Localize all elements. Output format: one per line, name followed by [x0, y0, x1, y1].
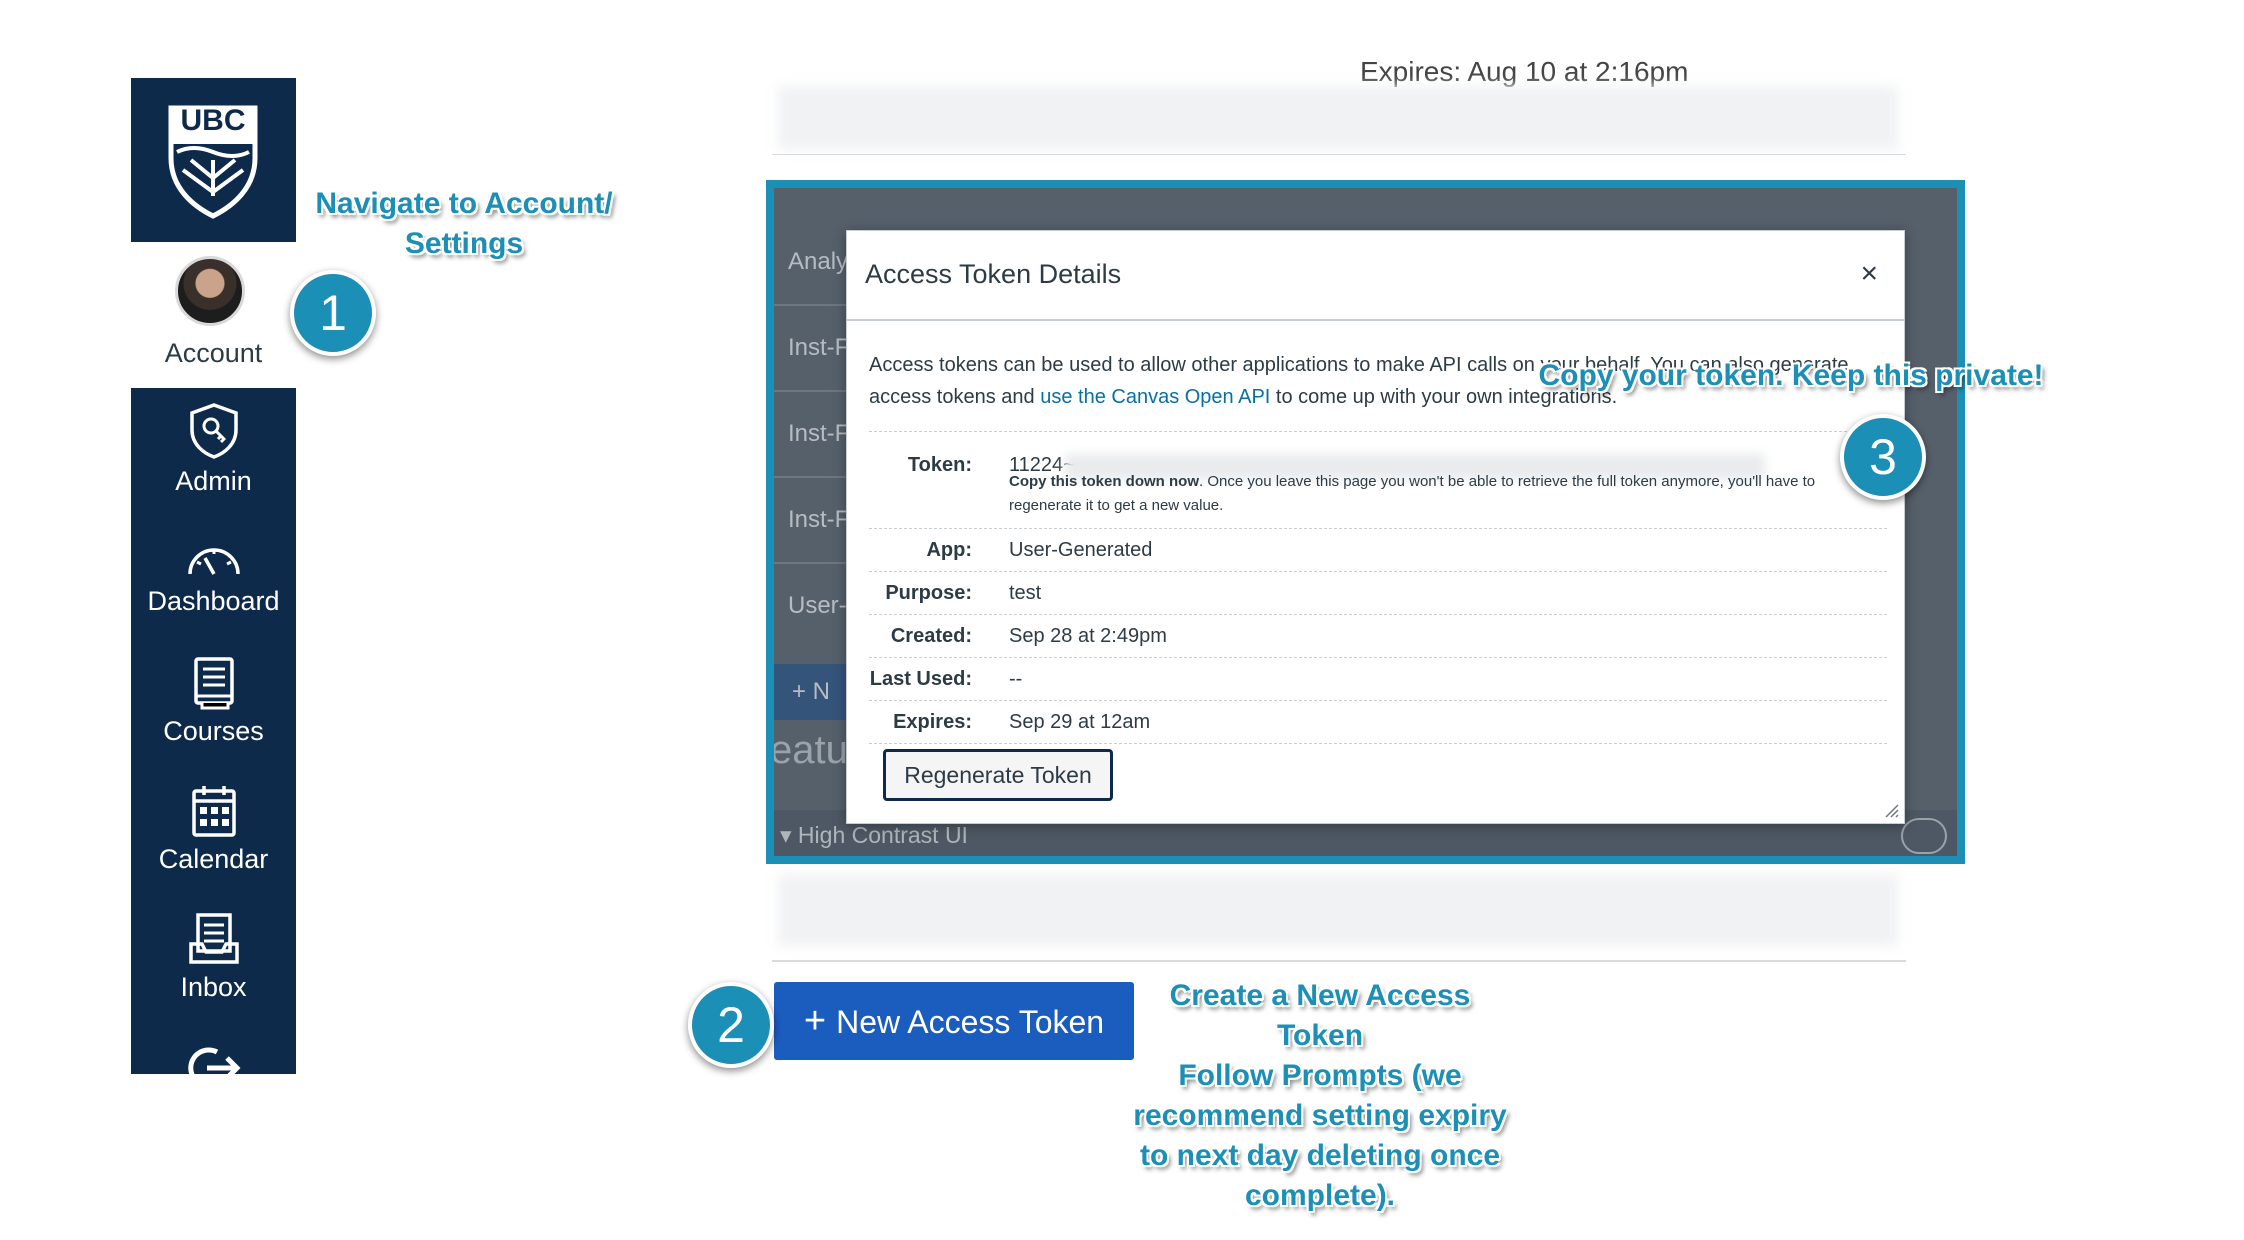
modal-title: Access Token Details	[865, 259, 1122, 289]
row-key: Token:	[907, 454, 972, 476]
token-note: Copy this token down now. Once you leave…	[1009, 473, 1816, 514]
nav-item-courses[interactable]: Courses	[131, 656, 296, 747]
bg-row-label: Analyt	[788, 248, 855, 275]
canvas-open-api-link[interactable]: use the Canvas Open API	[1040, 386, 1270, 408]
nav-item-admin[interactable]: Admin	[131, 402, 296, 497]
callout-navigate: Navigate to Account/ Settings	[315, 187, 613, 260]
bg-feature-label: ▾ High Contrast UI	[780, 822, 968, 848]
callout-create-token: Create a New Access Token Follow Prompts…	[1133, 979, 1507, 1212]
book-icon	[193, 657, 234, 710]
token-details-table: Token: 11224~ Copy this token down now. …	[869, 431, 1887, 744]
ubc-logo-block[interactable]: UBC	[131, 78, 296, 242]
row-key: Expires:	[893, 711, 972, 733]
bg-row-label: Inst-F	[788, 334, 850, 361]
table-row: Created: Sep 28 at 2:49pm	[869, 615, 1887, 658]
new-access-token-button[interactable]: + New Access Token	[774, 982, 1134, 1060]
divider	[772, 154, 1906, 155]
step-2-marker: 2	[688, 982, 774, 1068]
toggle-switch	[1901, 818, 1947, 854]
bg-row-label: Inst-F	[788, 420, 850, 447]
divider	[772, 960, 1906, 962]
row-key: Purpose:	[885, 582, 972, 604]
table-row: Last Used: --	[869, 658, 1887, 701]
nav-item-label: Admin	[175, 466, 252, 496]
nav-account[interactable]: Account	[131, 242, 296, 388]
step-1-marker: 1	[290, 270, 376, 356]
callout-copy-token: Copy your token. Keep this private!	[1538, 359, 2044, 392]
nav-item-logout[interactable]	[131, 1046, 296, 1074]
nav-item-inbox[interactable]: Inbox	[131, 912, 296, 1003]
row-key: Last Used:	[869, 668, 972, 690]
nav-item-label: Inbox	[180, 972, 247, 1002]
avatar	[175, 256, 245, 326]
bg-new-token-button: + N	[774, 664, 854, 720]
row-value: --	[1009, 668, 1023, 690]
speedometer-icon	[187, 548, 240, 575]
global-nav: Admin Dashboard Courses Calendar Inbox	[131, 388, 296, 1074]
nav-item-label: Calendar	[158, 844, 269, 874]
calendar-icon	[191, 786, 236, 837]
table-row: App: User-Generated	[869, 529, 1887, 572]
bg-expires-text: Expires: Aug 10 at 2:16pm	[1360, 56, 1689, 87]
row-value: Sep 29 at 12am	[1009, 711, 1151, 733]
bg-section-heading: eatu	[770, 728, 848, 772]
bg-token-row-blurred	[778, 86, 1898, 150]
new-token-label: New Access Token	[836, 1004, 1105, 1040]
inbox-icon	[188, 913, 239, 964]
bg-token-row-blurred	[778, 874, 1898, 946]
nav-account-label: Account	[164, 338, 263, 368]
row-value: test	[1009, 582, 1042, 604]
nav-item-label: Dashboard	[147, 586, 280, 616]
close-icon[interactable]: ×	[1860, 257, 1878, 291]
row-key: Created:	[890, 625, 972, 647]
table-row: Token: 11224~ Copy this token down now. …	[869, 431, 1887, 529]
ubc-logo-text: UBC	[180, 104, 246, 137]
bg-row-label: Inst-F	[788, 506, 850, 533]
step-3-marker: 3	[1840, 414, 1926, 500]
row-value: Sep 28 at 2:49pm	[1009, 625, 1167, 647]
divider	[847, 319, 1904, 321]
table-row: Expires: Sep 29 at 12am	[869, 701, 1887, 744]
table-row: Purpose: test	[869, 572, 1887, 615]
nav-item-dashboard[interactable]: Dashboard	[131, 538, 296, 617]
row-value: User-Generated	[1009, 539, 1153, 561]
shield-key-icon	[189, 403, 238, 459]
regenerate-token-button[interactable]: Regenerate Token	[883, 749, 1113, 801]
resize-handle-icon[interactable]	[1882, 801, 1900, 819]
row-key: App:	[926, 539, 972, 561]
nav-item-label: Courses	[163, 716, 264, 746]
nav-item-calendar[interactable]: Calendar	[131, 784, 296, 875]
plus-icon: +	[803, 1000, 827, 1042]
access-token-modal: Access Token Details × Access tokens can…	[846, 230, 1905, 824]
logout-icon	[187, 1047, 241, 1074]
